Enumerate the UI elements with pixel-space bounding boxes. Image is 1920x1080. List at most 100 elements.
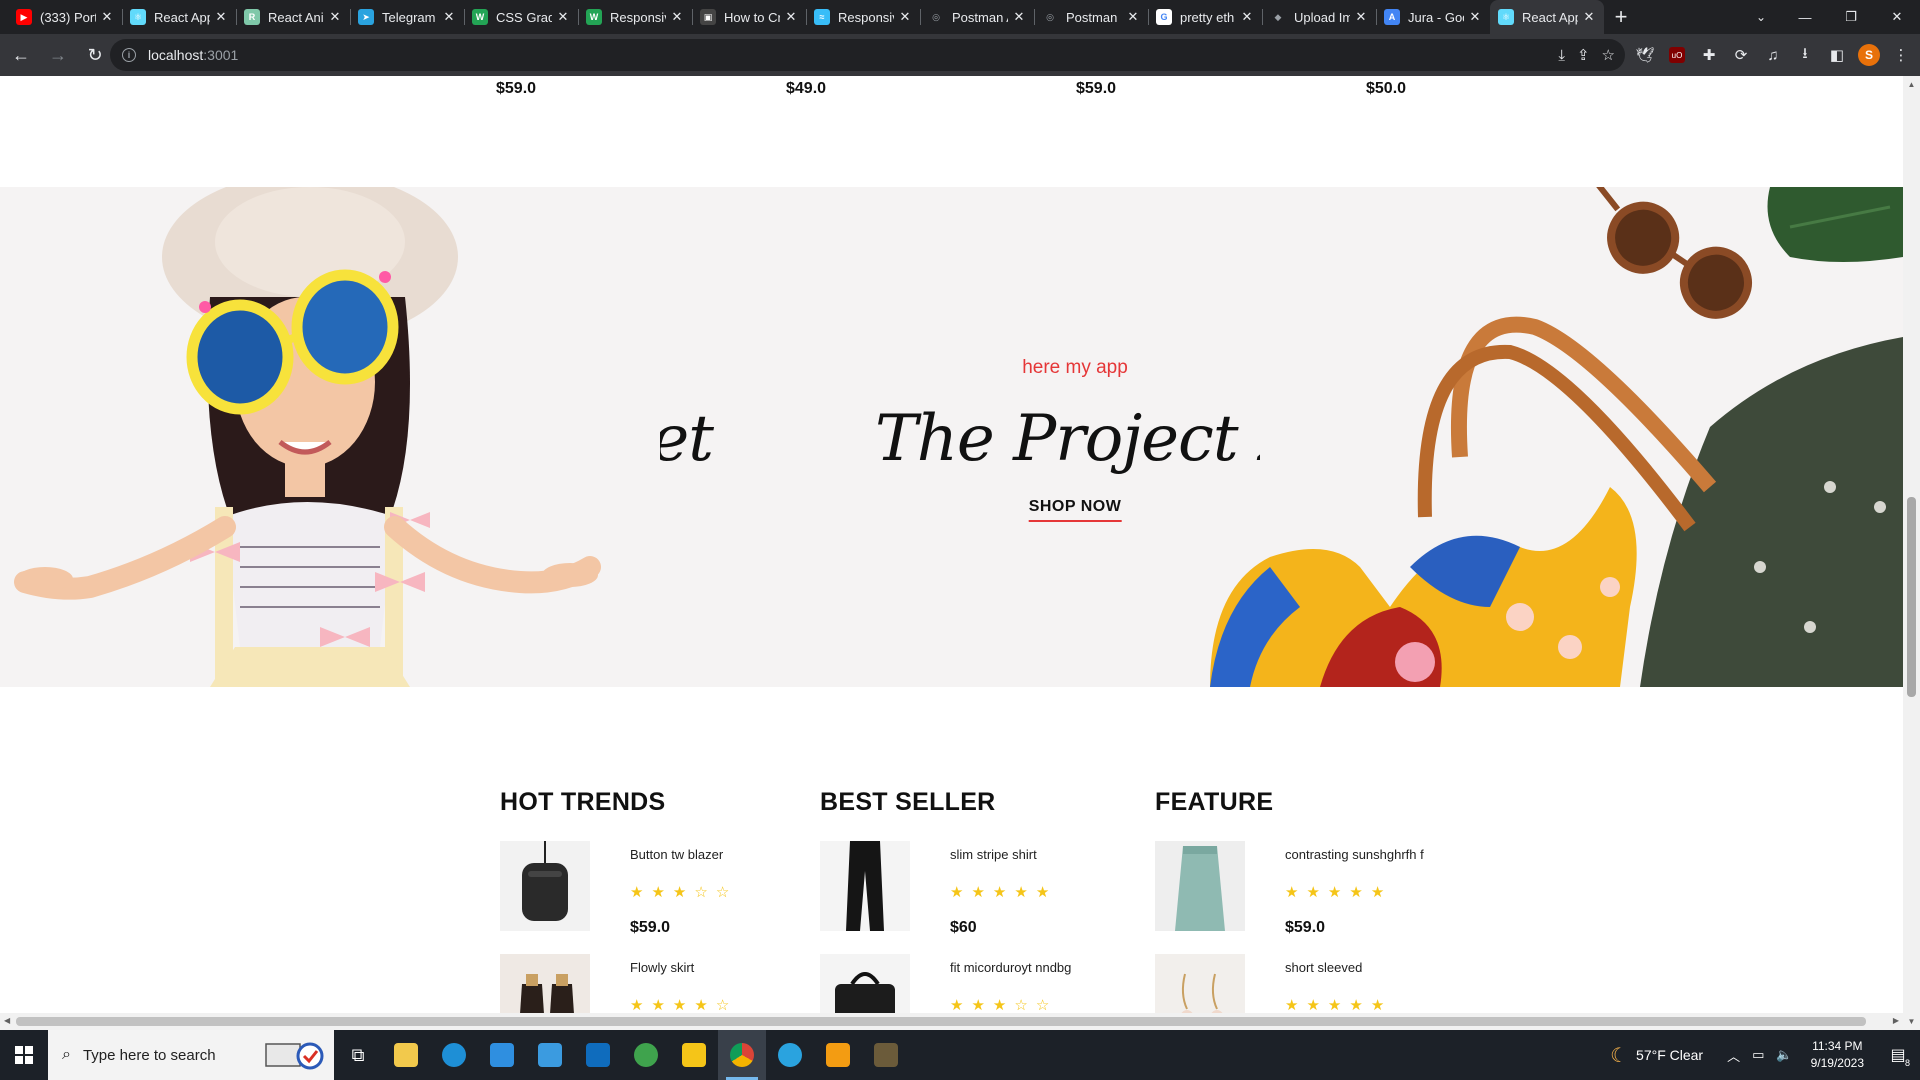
volume-icon[interactable]: 🔈 [1776, 1047, 1792, 1063]
product-thumbnail[interactable] [1155, 841, 1245, 931]
game-app-icon[interactable] [862, 1030, 910, 1080]
tab-search-icon[interactable]: ⌄ [1744, 0, 1778, 34]
bookmark-star-icon[interactable]: ☆ [1602, 46, 1615, 64]
shop-now-button[interactable]: SHOP NOW [1028, 498, 1122, 522]
minimize-button[interactable]: — [1782, 0, 1828, 34]
site-info-icon[interactable]: i [122, 48, 136, 62]
product-item[interactable]: contrasting sunshghrfh f ★★★★★ $59.0 [1155, 841, 1475, 954]
weather-widget[interactable]: ☾ 57°F Clear [1610, 1043, 1703, 1068]
edge-browser-icon[interactable] [430, 1030, 478, 1080]
browser-tab[interactable]: W CSS Gradient✕ [464, 0, 578, 34]
profile-avatar[interactable]: S [1858, 44, 1880, 66]
close-tab-icon[interactable]: ✕ [670, 9, 684, 25]
extension-bird-icon[interactable]: 🕊 [1634, 44, 1656, 66]
close-tab-icon[interactable]: ✕ [214, 9, 228, 25]
vertical-scrollbar-thumb[interactable] [1907, 497, 1916, 697]
chrome-icon[interactable] [718, 1030, 766, 1080]
vertical-scrollbar[interactable]: ▲ ▼ [1903, 76, 1920, 1030]
product-name[interactable]: contrasting sunshghrfh f [1285, 847, 1424, 862]
ublock-icon[interactable]: uO [1666, 44, 1688, 66]
install-app-icon[interactable]: ⤓ [1558, 47, 1565, 64]
address-bar[interactable]: i localhost:3001 ⤓ ⇪ ☆ [110, 39, 1625, 71]
close-tab-icon[interactable]: ✕ [100, 9, 114, 25]
scroll-left-arrow-icon[interactable]: ◀ [4, 1016, 10, 1025]
product-name[interactable]: Flowly skirt [630, 960, 694, 975]
browser-tab[interactable]: ≈ Responsive✕ [806, 0, 920, 34]
close-tab-icon[interactable]: ✕ [784, 9, 798, 25]
browser-tab[interactable]: W Responsive Web✕ [578, 0, 692, 34]
browser-tab[interactable]: ▣ How to Create✕ [692, 0, 806, 34]
product-item[interactable]: slim stripe shirt ★★★★★ $60 [820, 841, 1140, 954]
browser-tab[interactable]: R React Animations✕ [236, 0, 350, 34]
browser-tab[interactable]: ➤ Telegram Web✕ [350, 0, 464, 34]
star-filled-icon: ★ [1285, 997, 1307, 1014]
horizontal-scrollbar[interactable]: ◀ ▶ [0, 1013, 1903, 1030]
taskbar-search-box[interactable]: ⌕ Type here to search [48, 1030, 334, 1080]
browser-tab[interactable]: ▶ (333) Portfolio✕ [8, 0, 122, 34]
product-item[interactable]: Button tw blazer ★★★☆☆ $59.0 [500, 841, 820, 954]
forward-button[interactable]: → [42, 39, 74, 71]
file-explorer-icon[interactable] [382, 1030, 430, 1080]
telegram-icon[interactable] [766, 1030, 814, 1080]
browser-tab[interactable]: Gpretty eth ✕ [1148, 0, 1262, 34]
back-button[interactable]: ← [5, 39, 37, 71]
taskbar-clock[interactable]: 11:34 PM 9/19/2023 [1811, 1038, 1864, 1072]
xbox-app-icon[interactable] [622, 1030, 670, 1080]
media-player-icon[interactable] [670, 1030, 718, 1080]
battery-icon[interactable]: ▭ [1752, 1047, 1764, 1063]
close-tab-icon[interactable]: ✕ [898, 9, 912, 25]
close-tab-icon[interactable]: ✕ [328, 9, 342, 25]
browser-tab[interactable]: ◎ Postman ✕ [1034, 0, 1148, 34]
share-icon[interactable]: ⇪ [1577, 46, 1590, 64]
vscode-icon[interactable] [478, 1030, 526, 1080]
product-name[interactable]: fit micorduroyt nndbg [950, 960, 1071, 975]
media-controls-icon[interactable]: ♫ [1762, 44, 1784, 66]
product-name[interactable]: Button tw blazer [630, 847, 723, 862]
tab-strip: ▶(333) Portfolio✕⚛React App✕RReact Anima… [0, 0, 1920, 34]
close-tab-icon[interactable]: ✕ [1354, 9, 1368, 25]
close-tab-icon[interactable]: ✕ [1126, 9, 1140, 25]
extension-sync-icon[interactable]: ⟳ [1730, 44, 1752, 66]
side-panel-icon[interactable]: ◧ [1826, 44, 1848, 66]
close-tab-icon[interactable]: ✕ [1468, 9, 1482, 25]
product-thumbnail[interactable] [500, 841, 590, 931]
browser-tab[interactable]: ⚛ React App ✕ [1490, 0, 1604, 34]
scroll-right-arrow-icon[interactable]: ▶ [1893, 1016, 1899, 1025]
task-view-icon[interactable]: ⧉ [334, 1030, 382, 1080]
browser-tab[interactable]: A Jura - Google Fonts✕ [1376, 0, 1490, 34]
close-tab-icon[interactable]: ✕ [1240, 9, 1254, 25]
close-tab-icon[interactable]: ✕ [442, 9, 456, 25]
new-tab-button[interactable]: + [1604, 0, 1638, 34]
microsoft-store-icon[interactable] [526, 1030, 574, 1080]
menu-kebab-icon[interactable]: ⋮ [1890, 44, 1912, 66]
close-window-button[interactable]: ✕ [1874, 0, 1920, 34]
promo-banner: ON Jacket here my app The Project 2 SHOP… [0, 187, 1903, 687]
mail-icon[interactable] [574, 1030, 622, 1080]
start-button[interactable] [0, 1030, 48, 1080]
product-name[interactable]: short sleeved [1285, 960, 1362, 975]
close-tab-icon[interactable]: ✕ [1582, 9, 1596, 25]
search-placeholder: Type here to search [82, 1046, 216, 1064]
close-tab-icon[interactable]: ✕ [1012, 9, 1026, 25]
browser-tab[interactable]: ⚛ React App ✕ [122, 0, 236, 34]
downloads-icon[interactable]: ⭳ [1794, 44, 1816, 66]
notification-center-button[interactable]: ▤ 8 [1876, 1030, 1920, 1080]
tab-title: Jura - Google Fonts [1408, 9, 1464, 25]
browser-tab[interactable]: ◎ Postman API✕ [920, 0, 1034, 34]
extensions-puzzle-icon[interactable]: ✚ [1698, 44, 1720, 66]
doc-favicon-icon: ▣ [700, 9, 716, 25]
reload-button[interactable]: ↻ [79, 39, 111, 71]
url-host: localhost [148, 47, 204, 63]
scroll-up-arrow-icon[interactable]: ▲ [1903, 80, 1920, 89]
clock-time: 11:34 PM [1812, 1039, 1863, 1053]
product-name[interactable]: slim stripe shirt [950, 847, 1037, 862]
restore-button[interactable]: ❐ [1828, 0, 1874, 34]
product-price: $59.0 [496, 80, 537, 97]
browser-tab[interactable]: ◆ Upload Images✕ [1262, 0, 1376, 34]
show-hidden-icons-chevron-icon[interactable]: ︿ [1727, 1046, 1740, 1065]
scroll-down-arrow-icon[interactable]: ▼ [1903, 1017, 1920, 1026]
video-player-icon[interactable] [814, 1030, 862, 1080]
horizontal-scrollbar-thumb[interactable] [16, 1017, 1866, 1026]
product-thumbnail[interactable] [820, 841, 910, 931]
close-tab-icon[interactable]: ✕ [556, 9, 570, 25]
